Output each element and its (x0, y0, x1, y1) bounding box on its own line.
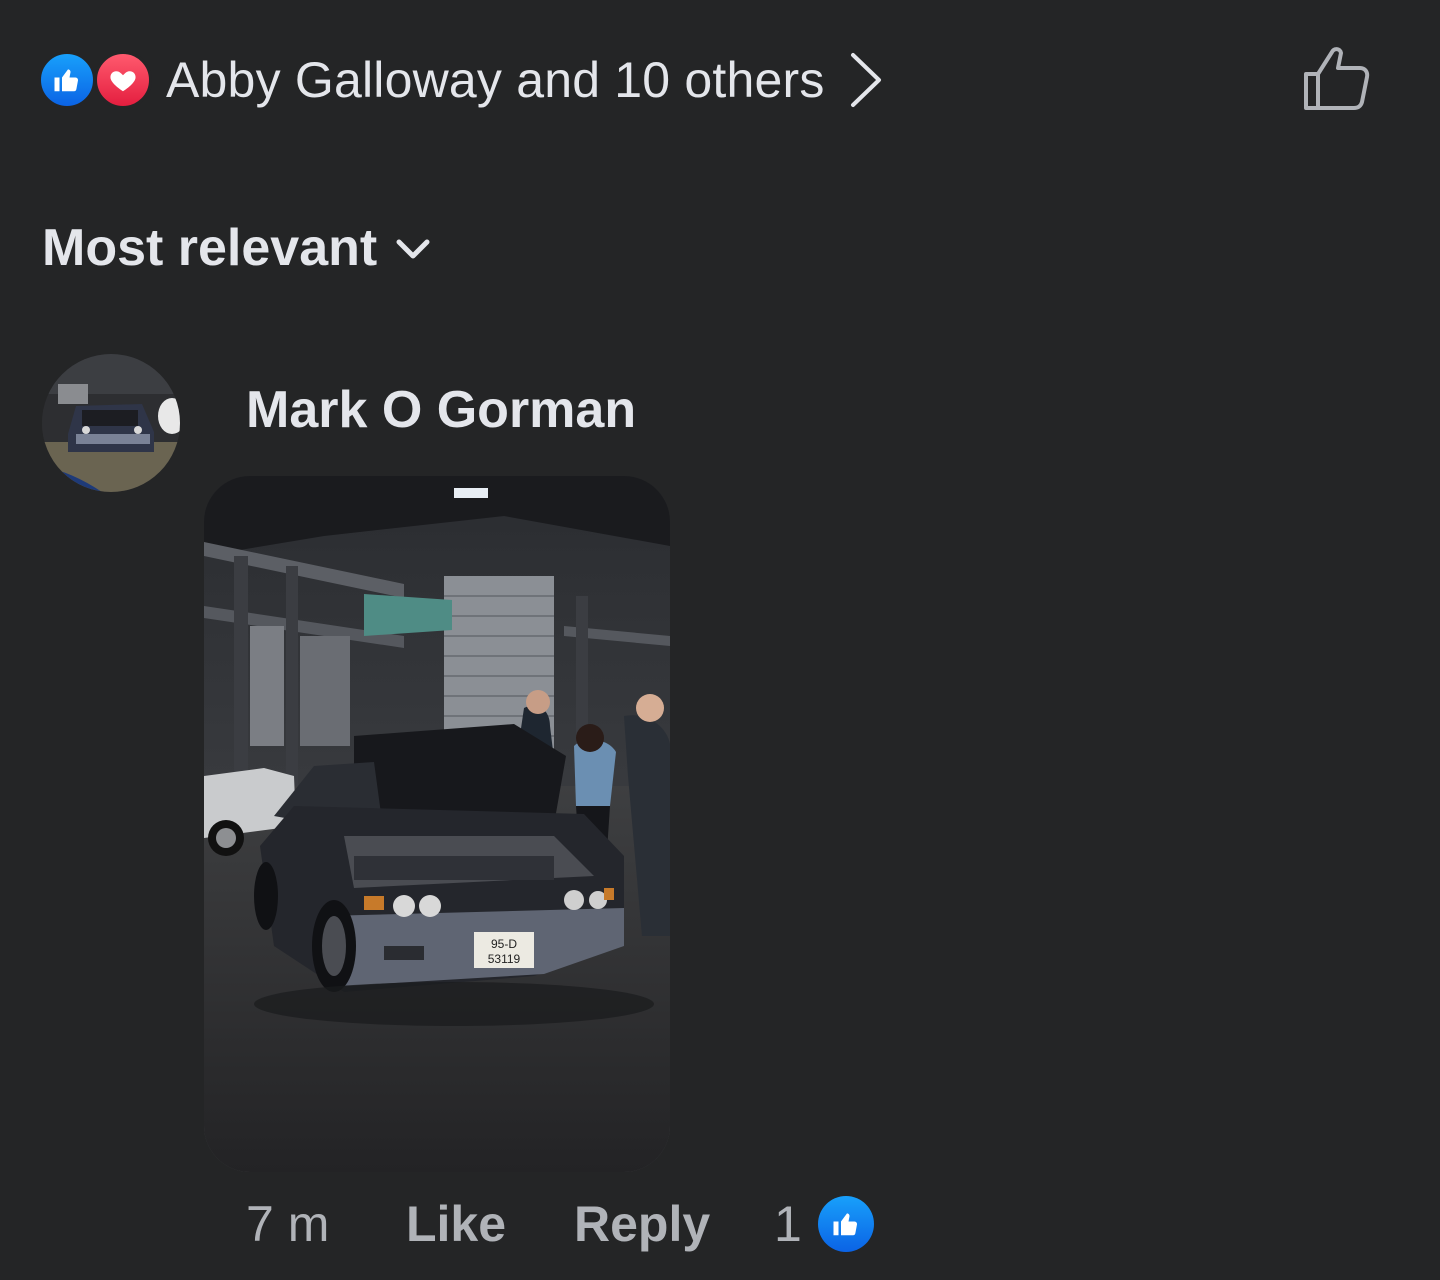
avatar[interactable] (42, 354, 180, 492)
comment-actions: 7 m Like Reply 1 (246, 1192, 874, 1256)
comment-timestamp: 7 m (246, 1196, 330, 1252)
comment-author-name[interactable]: Mark O Gorman (246, 380, 636, 440)
comment-like-button[interactable]: Like (406, 1195, 574, 1253)
reaction-icons (38, 51, 154, 109)
reaction-count-number: 1 (774, 1196, 802, 1252)
like-reaction-icon (38, 51, 96, 109)
like-outline-icon[interactable] (1300, 42, 1372, 114)
sort-label: Most relevant (42, 219, 378, 277)
reactors-summary-text: Abby Galloway and 10 others (166, 52, 825, 108)
like-reaction-icon (817, 1196, 874, 1252)
comment-reply-button[interactable]: Reply (574, 1195, 774, 1253)
love-reaction-icon (94, 51, 152, 109)
comment-reaction-count[interactable]: 1 (774, 1195, 874, 1253)
license-plate-bottom: 53119 (488, 952, 521, 966)
sort-dropdown[interactable]: Most relevant (42, 218, 431, 278)
reactions-summary[interactable]: Abby Galloway and 10 others (38, 40, 883, 120)
license-plate-top: 95-D (491, 937, 517, 951)
comment-photo[interactable]: 95-D 53119 (204, 476, 670, 1172)
chevron-down-icon (395, 237, 431, 266)
chevron-right-icon (847, 51, 883, 109)
